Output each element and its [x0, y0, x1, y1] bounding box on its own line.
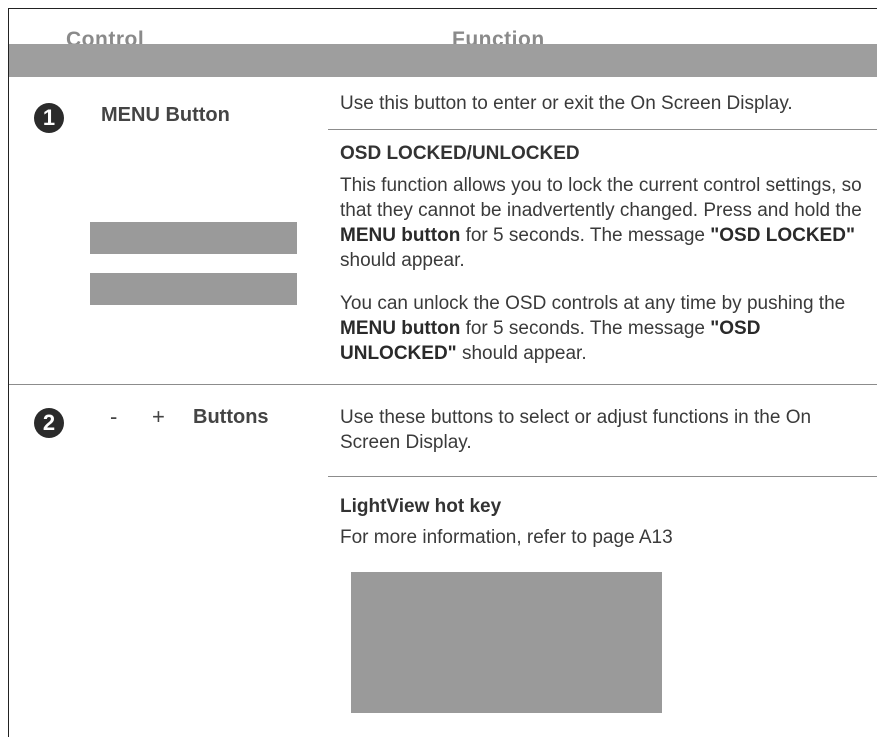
buttons-description: Use these buttons to select or adjust fu…	[340, 407, 812, 453]
frame-top-border	[8, 8, 877, 9]
menu-button-image-2	[90, 273, 297, 305]
header-function-label: Function	[452, 28, 545, 45]
divider-row1-inner	[328, 129, 877, 130]
lightview-info: For more information, refer to page A13	[340, 527, 673, 548]
lightview-heading: LightView hot key	[340, 496, 502, 517]
divider-row2-inner	[328, 476, 877, 477]
frame-left-border	[8, 8, 9, 737]
header-control-label: Control	[66, 28, 145, 45]
osd-locked-heading: OSD LOCKED/UNLOCKED	[340, 143, 580, 164]
menu-button-image-1	[90, 222, 297, 254]
table-header-bar	[9, 44, 877, 77]
number-badge-1: 1	[34, 103, 64, 133]
plus-symbol: +	[152, 404, 165, 429]
lightview-image	[351, 572, 662, 713]
osd-unlock-paragraph: You can unlock the OSD controls at any t…	[340, 293, 846, 364]
buttons-label: Buttons	[193, 406, 269, 428]
minus-symbol: -	[110, 404, 118, 429]
number-badge-2: 2	[34, 408, 64, 438]
menu-button-label: MENU Button	[101, 104, 230, 126]
osd-locked-paragraph: This function allows you to lock the cur…	[340, 175, 862, 271]
divider-row-separator	[9, 384, 877, 385]
menu-button-description: Use this button to enter or exit the On …	[340, 93, 793, 114]
